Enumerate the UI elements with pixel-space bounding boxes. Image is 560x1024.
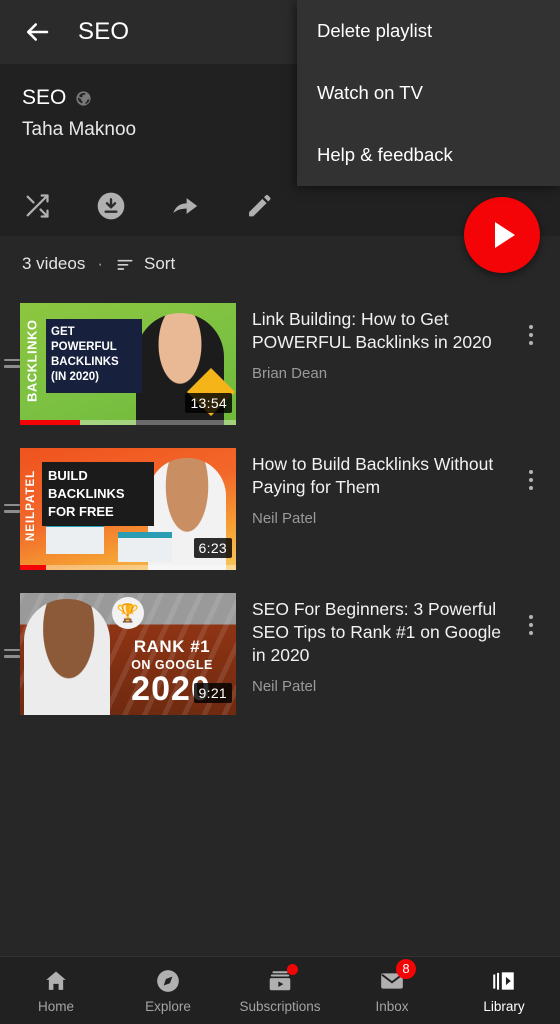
video-thumbnail[interactable]: 🏆 RANK #1 ON GOOGLE 2020 9:21 — [20, 593, 236, 715]
thumbnail-caption-line1: BUILD — [48, 468, 88, 483]
thumbnail-caption: BUILD BACKLINKS FOR FREE — [42, 462, 154, 526]
video-info: Link Building: How to Get POWERFUL Backl… — [252, 308, 514, 382]
video-channel: Neil Patel — [252, 510, 317, 527]
shuffle-icon — [26, 194, 49, 218]
thumbnail-caption-line1: GET POWERFUL — [51, 326, 117, 353]
video-title: SEO For Beginners: 3 Powerful SEO Tips t… — [252, 599, 502, 665]
video-channel: Brian Dean — [252, 365, 328, 382]
library-icon — [491, 968, 517, 994]
thumbnail-brand: BACKLINKO — [24, 319, 40, 403]
page-title: SEO — [78, 18, 130, 45]
status-badge — [287, 963, 298, 975]
subscriptions-icon — [267, 963, 298, 994]
nav-label-subscriptions: Subscriptions — [239, 998, 321, 1014]
nav-label-home: Home — [37, 998, 74, 1014]
menu-item-help-feedback[interactable]: Help & feedback — [297, 124, 560, 186]
download-button[interactable] — [74, 178, 148, 234]
nav-label-library: Library — [483, 998, 525, 1014]
compass-explore-icon — [155, 968, 181, 994]
home-icon — [43, 968, 69, 994]
back-arrow-icon[interactable] — [22, 17, 52, 47]
table-row[interactable]: BACKLINKO GET POWERFUL BACKLINKS (IN 202… — [0, 292, 560, 437]
nav-item-library[interactable]: Library — [448, 957, 560, 1024]
nav-item-explore[interactable]: Explore — [112, 957, 224, 1024]
trophy-icon: 🏆 — [112, 597, 144, 629]
shuffle-button[interactable] — [0, 178, 74, 234]
status-badge: 8 — [396, 958, 416, 979]
bottom-navigation: Home Explore Subscriptions 8 Inbox Libra… — [0, 956, 560, 1024]
video-channel: Neil Patel — [252, 678, 317, 695]
sort-button[interactable]: Sort — [115, 254, 175, 274]
sort-label: Sort — [144, 254, 176, 273]
more-vertical-icon[interactable] — [514, 463, 548, 497]
share-button[interactable] — [148, 178, 222, 234]
thumbnail-caption: RANK #1 ON GOOGLE — [116, 637, 228, 672]
nav-item-subscriptions[interactable]: Subscriptions — [224, 957, 336, 1024]
playlist-title: SEO — [22, 86, 67, 109]
video-count-label: 3 videos — [22, 254, 86, 273]
video-duration: 6:23 — [193, 538, 232, 558]
more-vertical-icon[interactable] — [514, 318, 548, 352]
video-duration: 9:21 — [193, 683, 232, 703]
video-title: How to Build Backlinks Without Paying fo… — [252, 454, 494, 497]
nav-item-inbox[interactable]: 8 Inbox — [336, 957, 448, 1024]
sort-lines-icon — [117, 259, 133, 270]
inbox-envelope-icon: 8 — [379, 958, 416, 994]
video-info: SEO For Beginners: 3 Powerful SEO Tips t… — [252, 598, 514, 695]
share-arrow-icon — [173, 198, 198, 214]
nav-label-inbox: Inbox — [375, 998, 409, 1014]
separator-dot: · — [97, 254, 103, 273]
nav-label-explore: Explore — [145, 998, 191, 1014]
drag-handle-icon[interactable] — [4, 358, 20, 371]
thumbnail-caption-line2: BACKLINKS — [48, 486, 125, 501]
video-list: BACKLINKO GET POWERFUL BACKLINKS (IN 202… — [0, 292, 560, 727]
thumbnail-caption: GET POWERFUL BACKLINKS (IN 2020) — [46, 319, 142, 393]
thumbnail-caption-line3: (IN 2020) — [51, 371, 99, 383]
table-row[interactable]: NEILPATEL BUILD BACKLINKS FOR FREE 6:23 … — [0, 437, 560, 582]
thumbnail-caption-line2: BACKLINKS — [51, 356, 119, 368]
menu-item-watch-on-tv[interactable]: Watch on TV — [297, 62, 560, 124]
thumbnail-brand: NEILPATEL — [25, 469, 37, 541]
download-circle-icon — [97, 192, 125, 220]
drag-handle-icon[interactable] — [4, 503, 20, 516]
table-row[interactable]: 🏆 RANK #1 ON GOOGLE 2020 9:21 SEO For Be… — [0, 582, 560, 727]
pencil-edit-icon — [249, 194, 271, 217]
watch-progress-bar — [20, 565, 236, 570]
thumbnail-caption-line3: FOR FREE — [48, 504, 114, 519]
play-triangle-icon — [494, 222, 515, 248]
watch-progress-bar — [20, 420, 236, 425]
overflow-menu: Delete playlist Watch on TV Help & feedb… — [297, 0, 560, 186]
thumbnail-caption-line1: RANK #1 — [133, 637, 211, 656]
more-vertical-icon[interactable] — [514, 608, 548, 642]
drag-handle-icon[interactable] — [4, 648, 20, 661]
nav-item-home[interactable]: Home — [0, 957, 112, 1024]
edit-button[interactable] — [222, 178, 296, 234]
menu-item-delete-playlist[interactable]: Delete playlist — [297, 0, 560, 62]
video-thumbnail[interactable]: NEILPATEL BUILD BACKLINKS FOR FREE 6:23 — [20, 448, 236, 570]
youtube-playlist-screen: SEO SEO Taha Maknoo 3 videos · Sort BACK… — [0, 0, 560, 1024]
play-all-fab[interactable] — [464, 197, 540, 273]
video-title: Link Building: How to Get POWERFUL Backl… — [252, 309, 492, 352]
video-thumbnail[interactable]: BACKLINKO GET POWERFUL BACKLINKS (IN 202… — [20, 303, 236, 425]
video-info: How to Build Backlinks Without Paying fo… — [252, 453, 514, 527]
video-duration: 13:54 — [185, 393, 232, 413]
globe-public-icon — [76, 90, 91, 106]
